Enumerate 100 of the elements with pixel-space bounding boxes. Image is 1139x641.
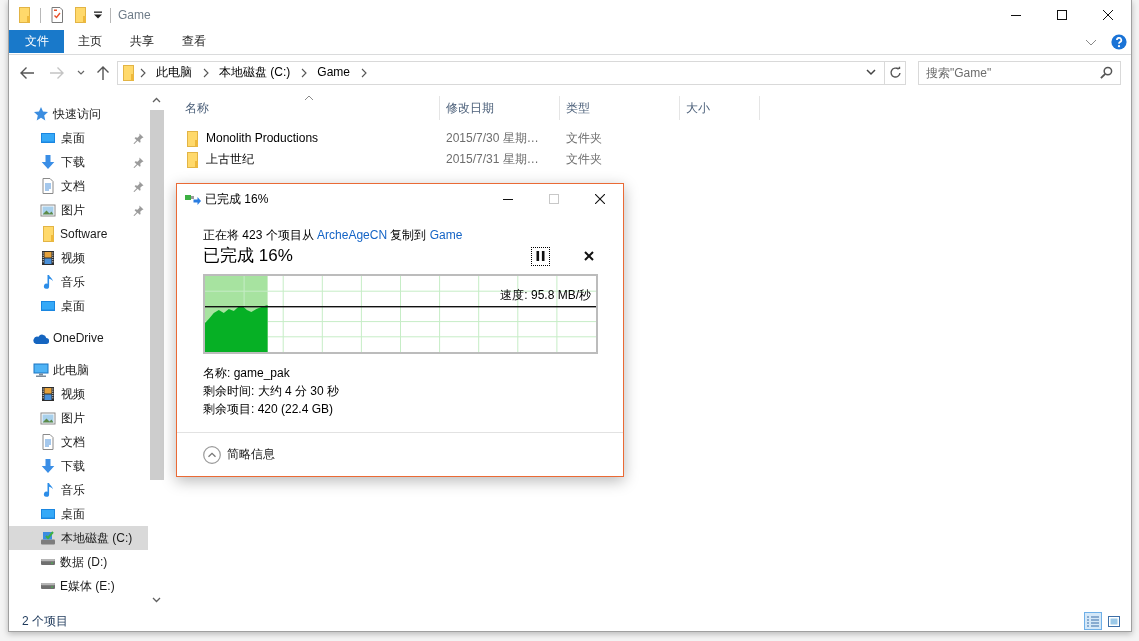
desktop-icon: [40, 132, 56, 144]
maximize-icon: [1057, 10, 1067, 20]
nav-item[interactable]: 桌面: [9, 126, 148, 150]
list-icon: [1086, 614, 1100, 628]
nav-item[interactable]: 本地磁盘 (C:): [9, 526, 148, 550]
date-modified: 2015/7/30 星期…: [446, 131, 539, 146]
detail-text: 名称: game_pak: [203, 365, 291, 382]
chevron-right-icon: [360, 67, 367, 78]
maximize-icon: [549, 194, 559, 204]
file-name: 上古世纪: [206, 152, 254, 167]
scrollbar-thumb[interactable]: [149, 110, 164, 480]
column-header[interactable]: 类型: [560, 96, 680, 120]
desktop-icon: [40, 508, 56, 520]
up-arrow-icon: [96, 64, 110, 81]
file-row[interactable]: 上古世纪 2015/7/31 星期… 文件夹: [179, 149, 1131, 170]
breadcrumb[interactable]: Game: [311, 61, 356, 84]
chevron-right-icon: [300, 67, 307, 78]
nav-item[interactable]: 数据 (D:): [9, 550, 148, 574]
ribbon-tab[interactable]: 查看: [168, 30, 220, 53]
chevron-right-icon: [202, 67, 209, 78]
nav-item[interactable]: 快速访问: [9, 102, 148, 126]
drive-icon: [40, 531, 56, 545]
folder-icon: [18, 7, 31, 23]
breadcrumb[interactable]: 本地磁盘 (C:): [213, 61, 297, 84]
forward-arrow-icon: [49, 65, 65, 80]
properties-icon[interactable]: [51, 7, 63, 23]
breadcrumb[interactable]: 此电脑: [150, 61, 198, 84]
cloud-icon: [33, 332, 49, 344]
search-icon[interactable]: [1100, 65, 1113, 79]
item-count: 2 个项目: [22, 613, 68, 629]
tile-icon: [1107, 614, 1121, 628]
column-header[interactable]: 大小: [680, 96, 760, 120]
address-bar[interactable]: 此电脑 本地磁盘 (C:) Game: [117, 60, 906, 85]
ribbon-tab[interactable]: 主页: [64, 30, 116, 53]
picture-icon: [40, 203, 56, 217]
nav-item[interactable]: E媒体 (E:): [9, 574, 148, 598]
refresh-icon: [888, 66, 902, 79]
nav-item[interactable]: 文档: [9, 430, 148, 454]
search-field[interactable]: 搜索"Game": [918, 60, 1121, 85]
down-arrow-icon: [40, 154, 56, 170]
document-icon: [40, 178, 56, 194]
cancel-icon: [584, 251, 594, 261]
file-menu-button[interactable]: 文件: [9, 30, 64, 53]
film-icon: [40, 250, 56, 266]
detail-text: 剩余时间: 大约 4 分 30 秒: [203, 383, 341, 400]
folder-icon: [186, 151, 199, 168]
folder-icon: [41, 226, 55, 242]
copy-icon: [185, 193, 201, 205]
computer-icon: [33, 363, 49, 377]
chevron-up-icon: [152, 97, 161, 103]
column-header[interactable]: 名称: [179, 96, 440, 120]
nav-item[interactable]: 音乐: [9, 478, 148, 502]
date-modified: 2015/7/31 星期…: [446, 152, 539, 167]
folder-icon[interactable]: [74, 7, 87, 23]
nav-item[interactable]: OneDrive: [9, 326, 148, 350]
nav-item[interactable]: Software: [9, 222, 148, 246]
nav-item[interactable]: 图片: [9, 198, 148, 222]
chevron-right-icon: [139, 67, 146, 78]
nav-item[interactable]: 图片: [9, 406, 148, 430]
nav-item[interactable]: 桌面: [9, 294, 148, 318]
details-toggle[interactable]: 简略信息: [203, 445, 275, 464]
file-row[interactable]: Monolith Productions 2015/7/30 星期… 文件夹: [179, 128, 1131, 149]
column-header[interactable]: 修改日期: [440, 96, 560, 120]
drive-icon: [41, 583, 55, 589]
progress-status: 已完成 16%: [203, 245, 293, 267]
down-arrow-icon: [40, 458, 56, 474]
nav-item[interactable]: 此电脑: [9, 358, 148, 382]
folder-icon: [122, 64, 135, 81]
close-icon: [595, 194, 605, 204]
chevron-down-icon: [77, 69, 85, 76]
star-icon: [33, 106, 49, 122]
help-icon[interactable]: [1111, 34, 1127, 50]
nav-item[interactable]: 文档: [9, 174, 148, 198]
chevron-down-icon: [152, 597, 161, 603]
detail-text: 剩余项目: 420 (22.4 GB): [203, 401, 335, 418]
nav-item[interactable]: 桌面: [9, 502, 148, 526]
folder-link[interactable]: Game: [429, 228, 463, 242]
dropdown-icon[interactable]: [93, 10, 103, 20]
copy-description: 正在将 423 个项目从 ArcheAgeCN 复制到 Game: [203, 227, 464, 244]
drive-icon: [41, 559, 55, 565]
document-icon: [40, 434, 56, 450]
nav-item[interactable]: 音乐: [9, 270, 148, 294]
desktop-icon: [40, 300, 56, 312]
nav-item[interactable]: 下载: [9, 150, 148, 174]
file-type: 文件夹: [566, 152, 602, 167]
chevron-down-icon: [866, 69, 876, 76]
chevron-down-icon[interactable]: [1085, 39, 1097, 46]
speed-label: 速度: 95.8 MB/秒: [500, 287, 591, 303]
ribbon-tab[interactable]: 共享: [116, 30, 168, 53]
nav-item[interactable]: 视频: [9, 382, 148, 406]
film-icon: [40, 386, 56, 402]
picture-icon: [40, 411, 56, 425]
nav-item[interactable]: 下载: [9, 454, 148, 478]
folder-link[interactable]: ArcheAgeCN: [317, 228, 388, 242]
dialog-title: 已完成 16%: [205, 191, 269, 207]
close-icon: [1103, 10, 1113, 20]
pause-button[interactable]: [531, 246, 550, 266]
file-name: Monolith Productions: [206, 131, 319, 146]
nav-item[interactable]: 视频: [9, 246, 148, 270]
speed-area: [205, 305, 268, 352]
